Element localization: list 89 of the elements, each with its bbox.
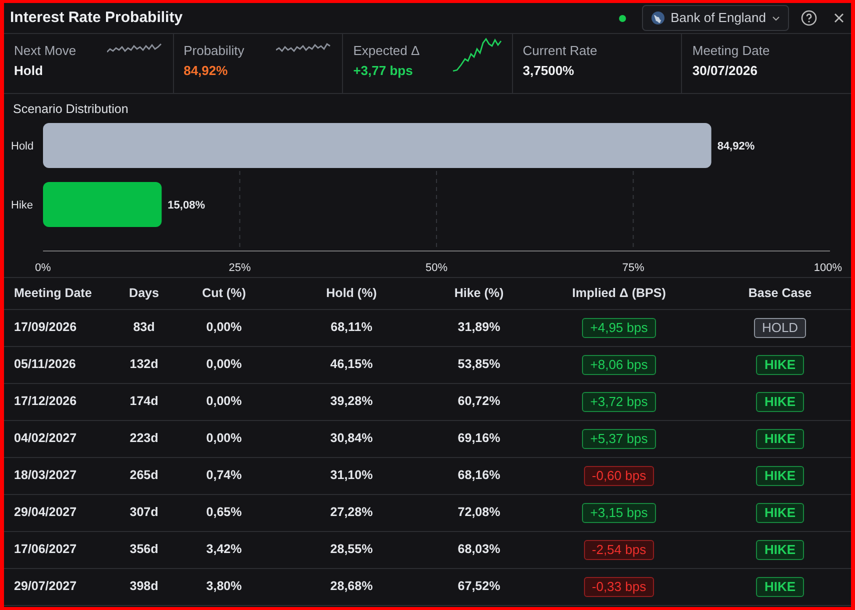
value-label: 15,08% xyxy=(168,199,205,212)
chart-title: Scenario Distribution xyxy=(12,101,130,118)
table-cell: 60,72% xyxy=(429,383,529,420)
table-cell: 0,74% xyxy=(174,457,274,494)
window-title: Interest Rate Probability xyxy=(10,8,183,28)
table-cell: 3,80% xyxy=(174,568,274,606)
table-cell: 05/11/2026 xyxy=(4,346,114,384)
table-cell: 39,28% xyxy=(274,383,429,420)
table-cell: 68,16% xyxy=(429,457,529,494)
status-tag: HIKE xyxy=(756,354,804,375)
status-tag: HIKE xyxy=(756,392,804,412)
close-button[interactable] xyxy=(833,12,845,24)
table-cell: 17/09/2026 xyxy=(4,309,114,346)
table-cell: 68,03% xyxy=(429,531,529,568)
column-header: Hold (%) xyxy=(274,277,429,310)
change-badge: +4,95 bps xyxy=(582,318,656,338)
column-header: Implied Δ (BPS) xyxy=(529,277,709,310)
tick-label: 100% xyxy=(814,262,842,274)
table-cell: 46,15% xyxy=(274,346,429,384)
table-cell: 67,52% xyxy=(429,568,529,606)
table-cell: 04/02/2027 xyxy=(4,420,114,458)
stat-label: Meeting Date xyxy=(692,42,770,60)
table-cell: 398d xyxy=(114,568,174,606)
table-cell: 0,65% xyxy=(174,494,274,532)
table-cell: 68,11% xyxy=(274,309,429,346)
stat-label: Probability xyxy=(184,42,244,60)
stat-value: +3,77 bps xyxy=(353,62,414,80)
table-cell: 307d xyxy=(114,494,174,532)
column-header: Base Case xyxy=(709,277,851,310)
column-header: Days xyxy=(114,277,174,310)
table-cell: 18/03/2027 xyxy=(4,457,114,494)
table-cell: 31,89% xyxy=(429,309,529,346)
globe-icon xyxy=(650,11,665,25)
table-cell: 69,16% xyxy=(429,420,529,458)
bank-dropdown[interactable]: Bank of England xyxy=(642,5,789,31)
stat-value: 30/07/2026 xyxy=(692,62,758,80)
category-label: Hike xyxy=(11,199,34,212)
change-badge: +3,72 bps xyxy=(582,392,656,412)
tick-label: 0% xyxy=(35,262,51,274)
stat-value: 84,92% xyxy=(184,62,229,80)
stat-value: 3,7500% xyxy=(522,62,576,80)
table-cell: 27,28% xyxy=(274,494,429,532)
table-cell: 29/07/2027 xyxy=(4,568,114,606)
status-tag: HIKE xyxy=(756,576,804,597)
change-badge: -0,60 bps xyxy=(584,466,654,486)
table-cell: 28,68% xyxy=(274,568,429,606)
table-cell: 223d xyxy=(114,420,174,458)
change-badge: +5,37 bps xyxy=(582,428,656,449)
stat-value: Hold xyxy=(14,62,44,80)
table-cell: 29/04/2027 xyxy=(4,494,114,532)
change-badge: -0,33 bps xyxy=(584,576,654,597)
status-tag: HIKE xyxy=(756,540,804,560)
stat-label: Current Rate xyxy=(522,42,598,60)
column-header: Meeting Date xyxy=(4,277,114,310)
table-cell: 356d xyxy=(114,531,174,568)
tick-label: 25% xyxy=(228,262,251,274)
table-cell: 17/12/2026 xyxy=(4,383,114,420)
table-cell: 0,00% xyxy=(174,346,274,384)
table-cell: 3,42% xyxy=(174,531,274,568)
table-cell: 53,85% xyxy=(429,346,529,384)
caret-icon xyxy=(772,16,780,20)
table-cell: 0,00% xyxy=(174,309,274,346)
tick-label: 50% xyxy=(425,262,448,274)
table-cell: 174d xyxy=(114,383,174,420)
table-cell: 17/06/2027 xyxy=(4,531,114,568)
change-badge: -2,54 bps xyxy=(584,540,654,560)
table-cell: 28,55% xyxy=(274,531,429,568)
table-cell: 83d xyxy=(114,309,174,346)
table-cell: 132d xyxy=(114,346,174,384)
stat-label: Next Move xyxy=(14,42,76,60)
stat-label: Expected Δ xyxy=(353,42,420,60)
status-tag: HIKE xyxy=(756,428,804,449)
status-tag: HIKE xyxy=(756,466,804,486)
column-header: Hike (%) xyxy=(429,277,529,310)
status-tag: HOLD xyxy=(754,318,806,338)
column-header: Cut (%) xyxy=(174,277,274,310)
table-cell: 30,84% xyxy=(274,420,429,458)
value-label: 84,92% xyxy=(717,140,755,152)
help-button[interactable] xyxy=(801,10,817,26)
table-cell: 0,00% xyxy=(174,420,274,458)
table-cell: 265d xyxy=(114,457,174,494)
change-badge: +8,06 bps xyxy=(582,354,656,375)
table-cell: 72,08% xyxy=(429,494,529,532)
table-cell: 0,00% xyxy=(174,383,274,420)
change-badge: +3,15 bps xyxy=(582,502,656,523)
status-tag: HIKE xyxy=(756,502,804,523)
tick-label: 75% xyxy=(622,262,644,274)
category-label: Hold xyxy=(11,140,34,152)
table-cell: 31,10% xyxy=(274,457,429,494)
